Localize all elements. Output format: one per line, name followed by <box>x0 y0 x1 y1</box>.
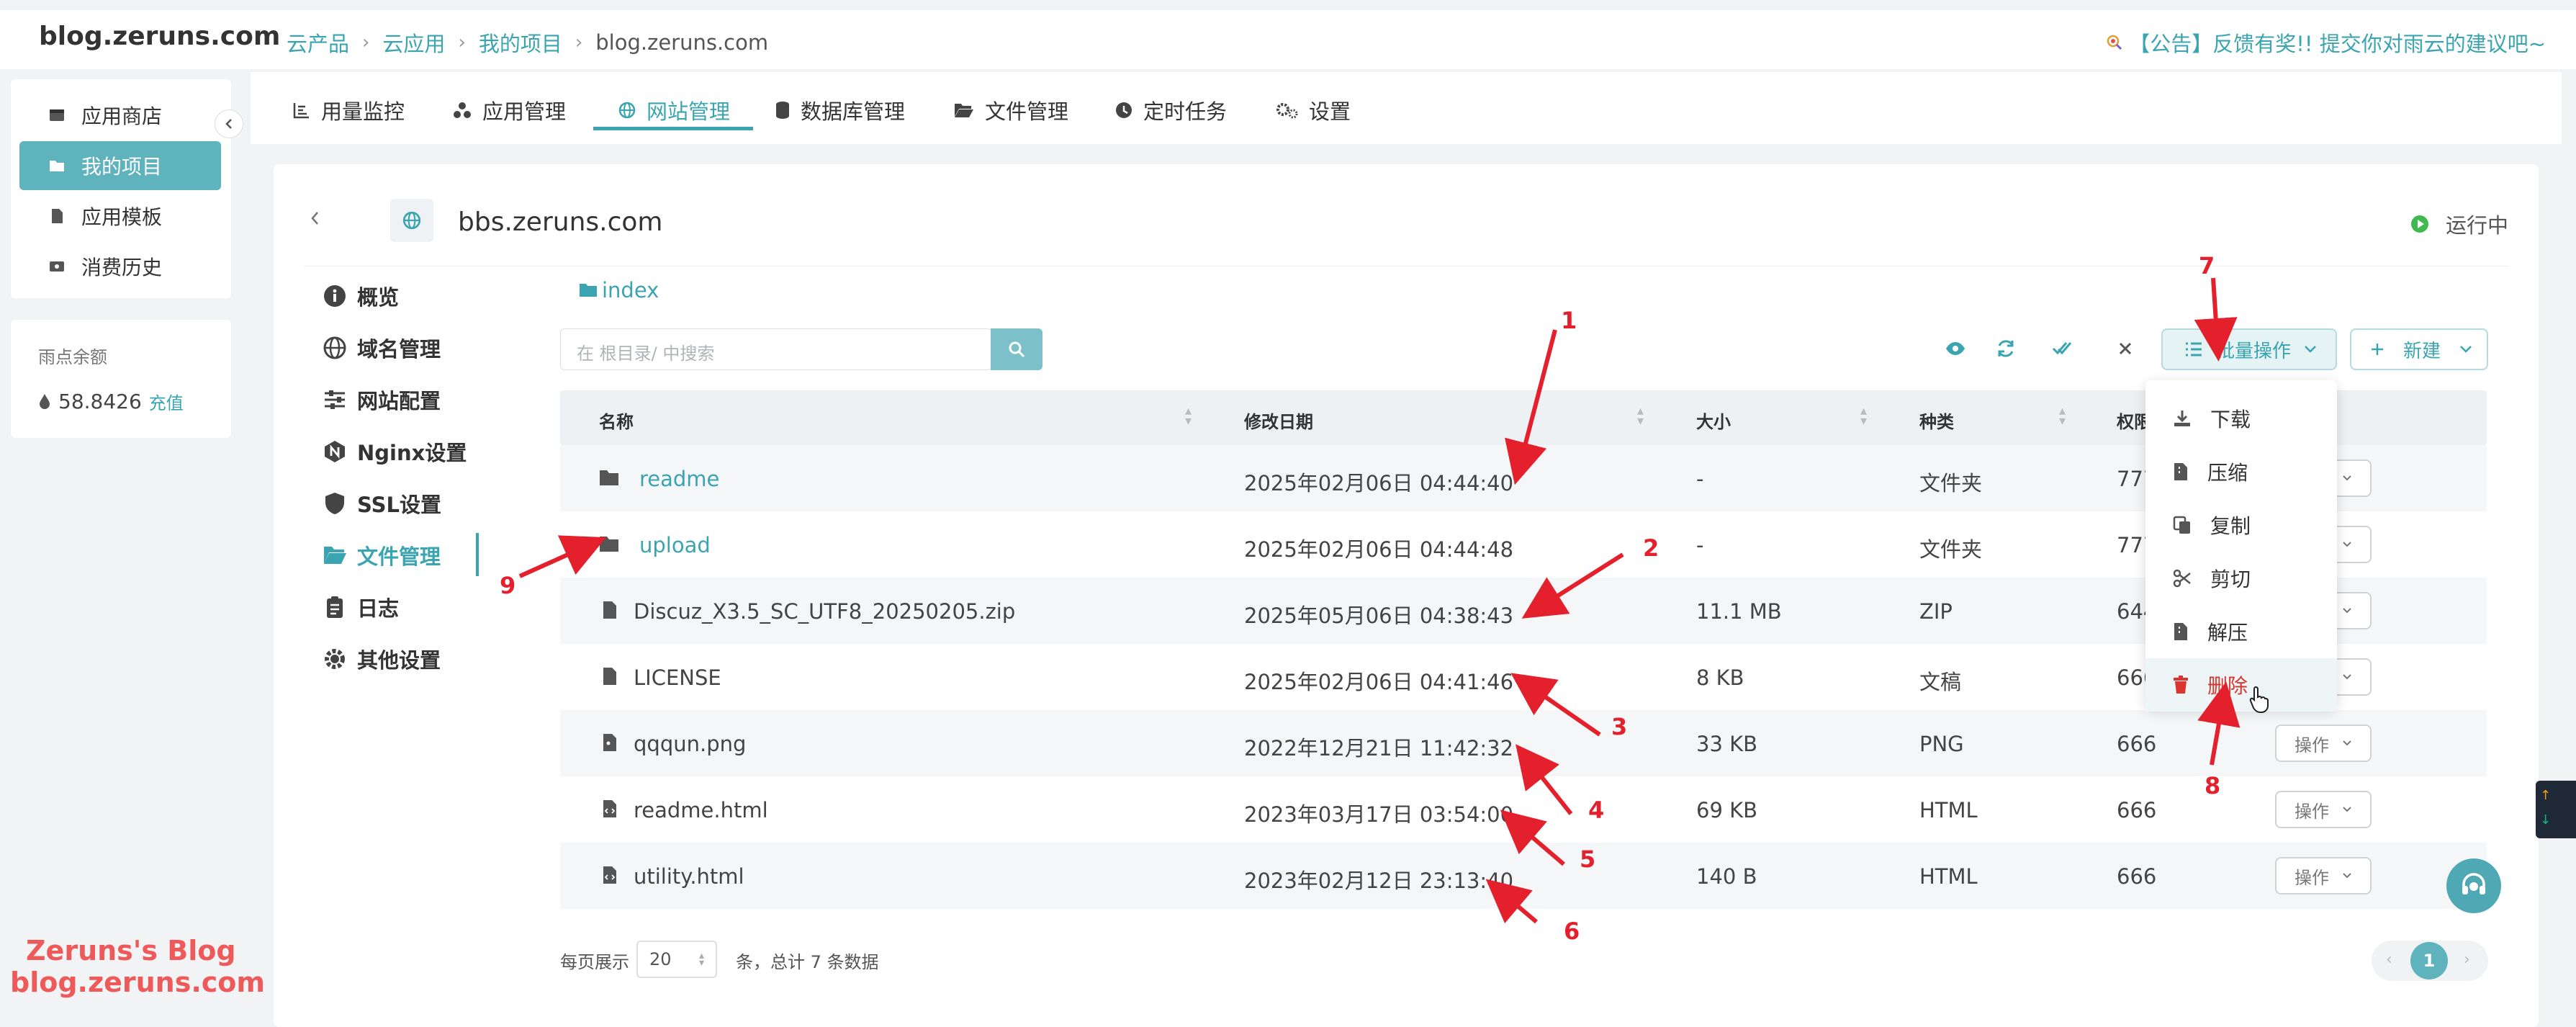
annotation-label: 5 <box>1580 846 1596 873</box>
annotation-label: 9 <box>500 572 516 599</box>
annotation-arrow <box>1500 810 1565 866</box>
annotation-arrow <box>1505 329 1557 485</box>
annotation-arrow <box>1516 744 1573 815</box>
annotation-label: 1 <box>1561 307 1577 334</box>
annotation-arrow <box>1485 879 1538 924</box>
annotation-arrow <box>1521 552 1624 619</box>
watermark-line2: blog.zeruns.com <box>10 967 265 998</box>
annotation-arrow <box>518 535 606 578</box>
annotation-label: 4 <box>1588 797 1605 824</box>
annotation-arrow <box>2194 277 2238 362</box>
annotation-label: 3 <box>1611 713 1628 740</box>
annotation-overlay <box>518 277 2241 924</box>
watermark-line1: Zeruns's Blog <box>26 935 236 967</box>
annotation-label: 8 <box>2205 772 2221 799</box>
annotation-label: 7 <box>2199 252 2215 279</box>
annotation-label: 2 <box>1643 534 1659 562</box>
annotation-label: 6 <box>1564 918 1580 945</box>
annotation-arrow <box>1510 673 1601 737</box>
annotation-arrow <box>2197 681 2241 766</box>
